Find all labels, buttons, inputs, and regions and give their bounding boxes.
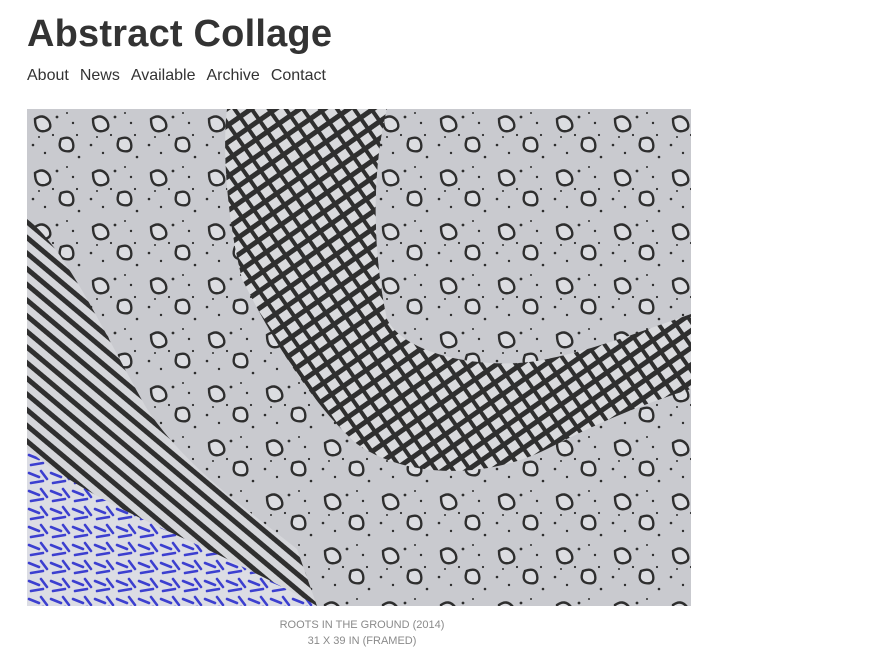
collage-artwork [27,109,691,606]
nav-item-contact[interactable]: Contact [271,66,326,86]
artwork-caption: ROOTS IN THE GROUND (2014) 31 X 39 IN (F… [27,617,697,649]
artwork-dimensions: 31 X 39 IN (FRAMED) [307,635,417,647]
site-title[interactable]: Abstract Collage [27,10,332,58]
artwork-title: ROOTS IN THE GROUND (2014) [279,619,445,631]
artwork-image[interactable] [27,109,691,606]
nav-item-about[interactable]: About [27,66,69,86]
nav-item-news[interactable]: News [80,66,120,86]
nav-item-available[interactable]: Available [131,66,196,86]
main-nav: About News Available Archive Contact [27,66,326,86]
nav-item-archive[interactable]: Archive [206,66,259,86]
